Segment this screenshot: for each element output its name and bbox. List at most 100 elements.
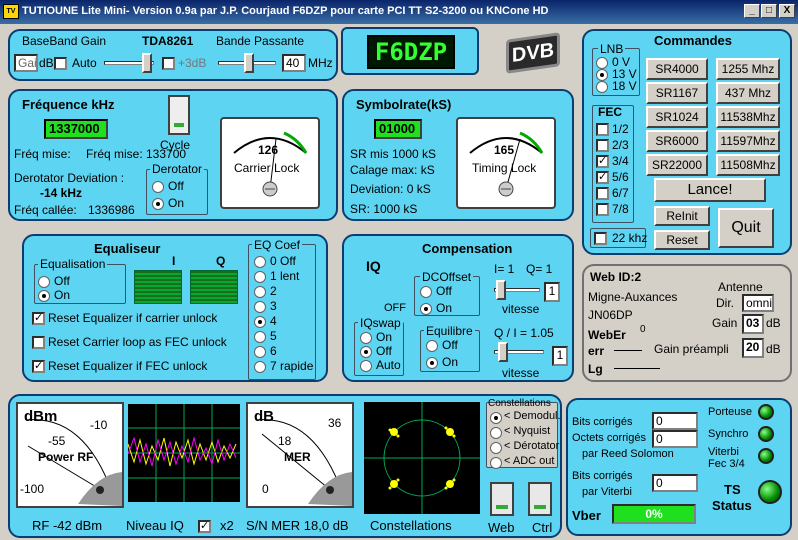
auto-checkbox[interactable] — [54, 57, 67, 70]
sr22000-button[interactable]: SR22000 — [646, 154, 708, 176]
iqswap-on-radio[interactable] — [360, 332, 372, 344]
dcoffset-slider[interactable] — [494, 280, 540, 300]
dcoffset-spin[interactable]: 1 — [544, 282, 560, 302]
mer-meter: dB 36 18 0 MER — [246, 402, 354, 508]
lnb-13v-radio[interactable] — [596, 69, 608, 81]
commandes-panel: Commandes LNB 0 V 13 V 18 V SR4000 SR116… — [582, 29, 792, 255]
freq-11538-button[interactable]: 11538Mhz — [716, 106, 780, 128]
dvb-logo: DVB — [504, 32, 564, 82]
sr-input[interactable]: 01000 — [374, 119, 422, 139]
reset-button[interactable]: Reset — [654, 230, 710, 250]
scale-m55: -55 — [48, 434, 66, 448]
fec-5-6-checkbox[interactable]: ✓ — [596, 171, 609, 184]
quit-button[interactable]: Quit — [718, 208, 774, 248]
coef-0-radio[interactable] — [254, 256, 266, 268]
viterbi-fec-label: Fec 3/4 — [708, 458, 745, 470]
equalisation-group-label: Equalisation — [38, 257, 108, 271]
measurements-panel: dBm -55 -10 -100 Power RF dB 36 18 0 MER… — [8, 394, 562, 538]
q-equals: Q= 1 — [526, 262, 553, 276]
derotator-off-radio[interactable] — [152, 181, 164, 193]
coef-5-label: 5 — [270, 329, 277, 343]
minimize-button[interactable]: _ — [744, 4, 760, 18]
callsign-panel: F6DZP — [341, 27, 479, 75]
fec-6-7-checkbox[interactable] — [596, 187, 609, 200]
plus3db-label: +3dB — [178, 56, 207, 70]
lance-button[interactable]: Lance! — [654, 178, 766, 202]
freq-called-value: 1336986 — [88, 203, 135, 217]
fec-2-3-checkbox[interactable] — [596, 139, 609, 152]
reinit-button[interactable]: ReInit — [654, 206, 710, 226]
coef-3-radio[interactable] — [254, 301, 266, 313]
derotator-off-label: Off — [168, 179, 184, 193]
derotator-on-radio[interactable] — [152, 198, 164, 210]
gain-input[interactable]: Gai — [14, 54, 38, 72]
iq-off-label: OFF — [384, 302, 406, 314]
fec-7-8-checkbox[interactable] — [596, 203, 609, 216]
coef-6-radio[interactable] — [254, 346, 266, 358]
antenna-gain-input[interactable]: 03 — [742, 314, 764, 334]
mode-demodul-radio[interactable] — [490, 412, 502, 424]
coef-4-radio[interactable] — [254, 316, 266, 328]
iqswap-off-radio[interactable] — [360, 346, 372, 358]
sr1024-button[interactable]: SR1024 — [646, 106, 708, 128]
equilibre-spin[interactable]: 1 — [552, 346, 568, 366]
fec-3-4-checkbox[interactable]: ✓ — [596, 155, 609, 168]
dir-input[interactable]: omni — [742, 294, 774, 312]
mode-nyquist-radio[interactable] — [490, 427, 502, 439]
close-button[interactable]: X — [779, 4, 795, 18]
dir-label: Dir. — [716, 296, 734, 310]
freq-437-button[interactable]: 437 Mhz — [716, 82, 780, 104]
freq-input[interactable]: 1337000 — [44, 119, 108, 139]
coef-5-radio[interactable] — [254, 331, 266, 343]
dcoffset-off-radio[interactable] — [420, 286, 432, 298]
coef-2-radio[interactable] — [254, 286, 266, 298]
freq-1255-button[interactable]: 1255 Mhz — [716, 58, 780, 80]
equilibre-on-radio[interactable] — [426, 357, 438, 369]
plus3db-checkbox[interactable] — [162, 57, 175, 70]
iqswap-label: IQswap — [358, 316, 403, 330]
coef-1-radio[interactable] — [254, 271, 266, 283]
equaliseur-panel: Equaliseur Equalisation Off On I Q ✓ Rese… — [22, 234, 328, 382]
mode-adc-radio[interactable] — [490, 457, 502, 469]
compensation-panel: Compensation IQ DCOffset Off On I= 1 Q= … — [342, 234, 574, 382]
freq-mise-label: Fréq mise: — [14, 147, 71, 161]
eq-off-radio[interactable] — [38, 276, 50, 288]
fec-1-2-checkbox[interactable] — [596, 123, 609, 136]
dcoffset-on-radio[interactable] — [420, 303, 432, 315]
preampli-input[interactable]: 20 — [742, 338, 764, 358]
baseband-panel: BaseBand Gain TDA8261 Bande Passante Gai… — [8, 29, 338, 81]
bandwidth-input[interactable]: 40 — [282, 54, 306, 72]
viterbi-label: Viterbi — [708, 446, 739, 458]
equilibre-off-radio[interactable] — [426, 340, 438, 352]
freq-11508-button[interactable]: 11508Mhz — [716, 154, 780, 176]
sr4000-button[interactable]: SR4000 — [646, 58, 708, 80]
web-switch[interactable] — [490, 482, 514, 516]
symbolrate-panel: Symbolrate(kS) 01000 SR mis 1000 kS Cala… — [342, 89, 574, 221]
sr1167-button[interactable]: SR1167 — [646, 82, 708, 104]
sr6000-button[interactable]: SR6000 — [646, 130, 708, 152]
gain-unit: dB — [39, 56, 54, 70]
x2-checkbox[interactable]: ✓ — [198, 520, 211, 533]
ctrl-switch-label: Ctrl — [532, 520, 553, 535]
coef-7-radio[interactable] — [254, 361, 266, 373]
vber-bar: 0% — [612, 504, 696, 524]
constellations-group-label: Constellations — [488, 398, 551, 409]
bandwidth-slider[interactable] — [218, 53, 276, 73]
eq-on-label: On — [54, 288, 71, 302]
lnb-18v-radio[interactable] — [596, 81, 608, 93]
lnb-0v-radio[interactable] — [596, 57, 608, 69]
iqswap-auto-radio[interactable] — [360, 360, 372, 372]
maximize-button[interactable]: □ — [761, 4, 777, 18]
reset-eq-fec-checkbox[interactable]: ✓ — [32, 360, 45, 373]
cycle-switch[interactable] — [168, 95, 190, 135]
freq-11597-button[interactable]: 11597Mhz — [716, 130, 780, 152]
ctrl-switch[interactable] — [528, 482, 552, 516]
22khz-checkbox[interactable] — [594, 232, 607, 245]
equilibre-slider[interactable] — [494, 342, 544, 362]
reset-carrier-fec-checkbox[interactable] — [32, 336, 45, 349]
mode-derotator-radio[interactable] — [490, 442, 502, 454]
err-label: err — [588, 344, 605, 358]
eq-on-radio[interactable] — [38, 290, 50, 302]
gain-slider[interactable] — [104, 53, 154, 73]
reset-eq-carrier-checkbox[interactable]: ✓ — [32, 312, 45, 325]
